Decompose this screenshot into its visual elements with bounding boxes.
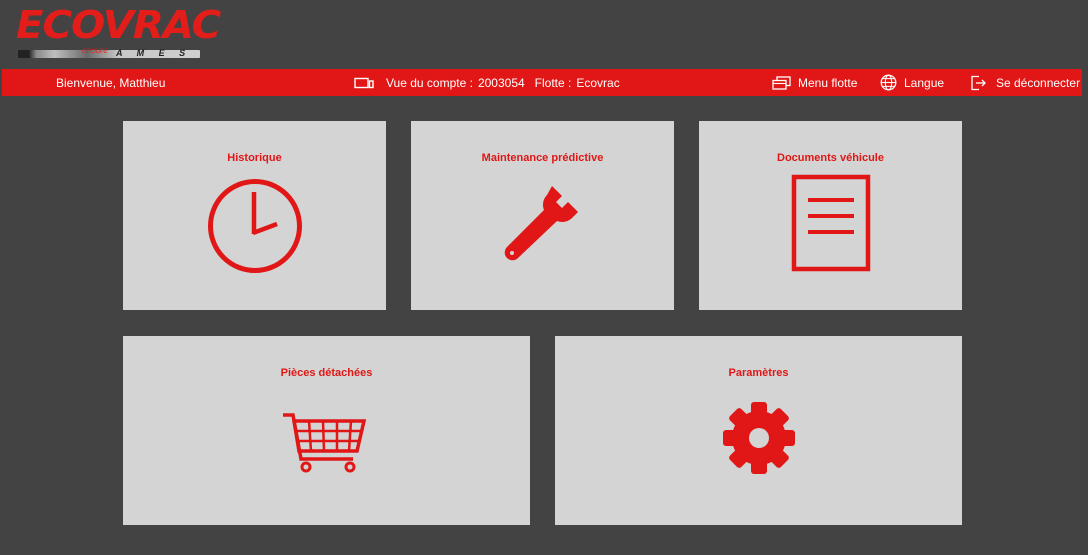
document-icon <box>791 174 871 272</box>
tile-pieces-title: Pièces détachées <box>280 367 373 379</box>
tile-pieces-detachees[interactable]: Pièces détachées <box>123 336 530 525</box>
logout-icon <box>970 75 987 91</box>
menu-flotte-label: Menu flotte <box>798 75 858 90</box>
langue-link[interactable]: Langue <box>880 69 944 96</box>
logout-link[interactable]: Se déconnecter <box>970 69 1080 96</box>
wrench-icon <box>504 186 578 261</box>
logo-group-name: A M E S <box>116 48 192 58</box>
globe-icon <box>880 74 897 91</box>
gear-icon <box>723 402 795 474</box>
fleet-menu-icon <box>772 75 791 90</box>
tile-historique-title: Historique <box>227 152 282 164</box>
tile-maintenance-title: Maintenance prédictive <box>481 152 604 164</box>
devices-icon <box>354 77 374 89</box>
menu-flotte-link[interactable]: Menu flotte <box>772 69 857 96</box>
tile-parametres[interactable]: Paramètres <box>555 336 962 525</box>
tile-documents-title: Documents véhicule <box>777 152 884 164</box>
tile-maintenance-predictive[interactable]: Maintenance prédictive <box>411 121 674 310</box>
account-number: 2003054 <box>477 75 525 90</box>
langue-label: Langue <box>904 75 945 90</box>
page: ECOVRAC GROUPE A M E S Bienvenue, Matthi… <box>0 0 1088 555</box>
tile-documents-vehicule[interactable]: Documents véhicule <box>699 121 962 310</box>
tile-parametres-title: Paramètres <box>728 367 789 379</box>
account-label: Vue du compte : <box>386 75 473 90</box>
fleet-name: Ecovrac <box>576 75 620 90</box>
fleet-label: Flotte : <box>534 75 572 90</box>
logo-wordmark: ECOVRAC <box>16 3 221 47</box>
clock-icon <box>208 179 302 273</box>
account-view: Vue du compte : 2003054 Flotte : Ecovrac <box>354 69 620 96</box>
logo-group-prefix: GROUPE <box>82 49 109 55</box>
ecovrac-logo[interactable]: ECOVRAC GROUPE A M E S <box>16 6 221 62</box>
shopping-cart-icon <box>283 413 367 473</box>
tile-historique[interactable]: Historique <box>123 121 386 310</box>
welcome-text: Bienvenue, Matthieu <box>56 76 166 90</box>
logout-label: Se déconnecter <box>996 75 1081 90</box>
top-navbar: Bienvenue, Matthieu Vue du compte : 2003… <box>2 69 1082 96</box>
